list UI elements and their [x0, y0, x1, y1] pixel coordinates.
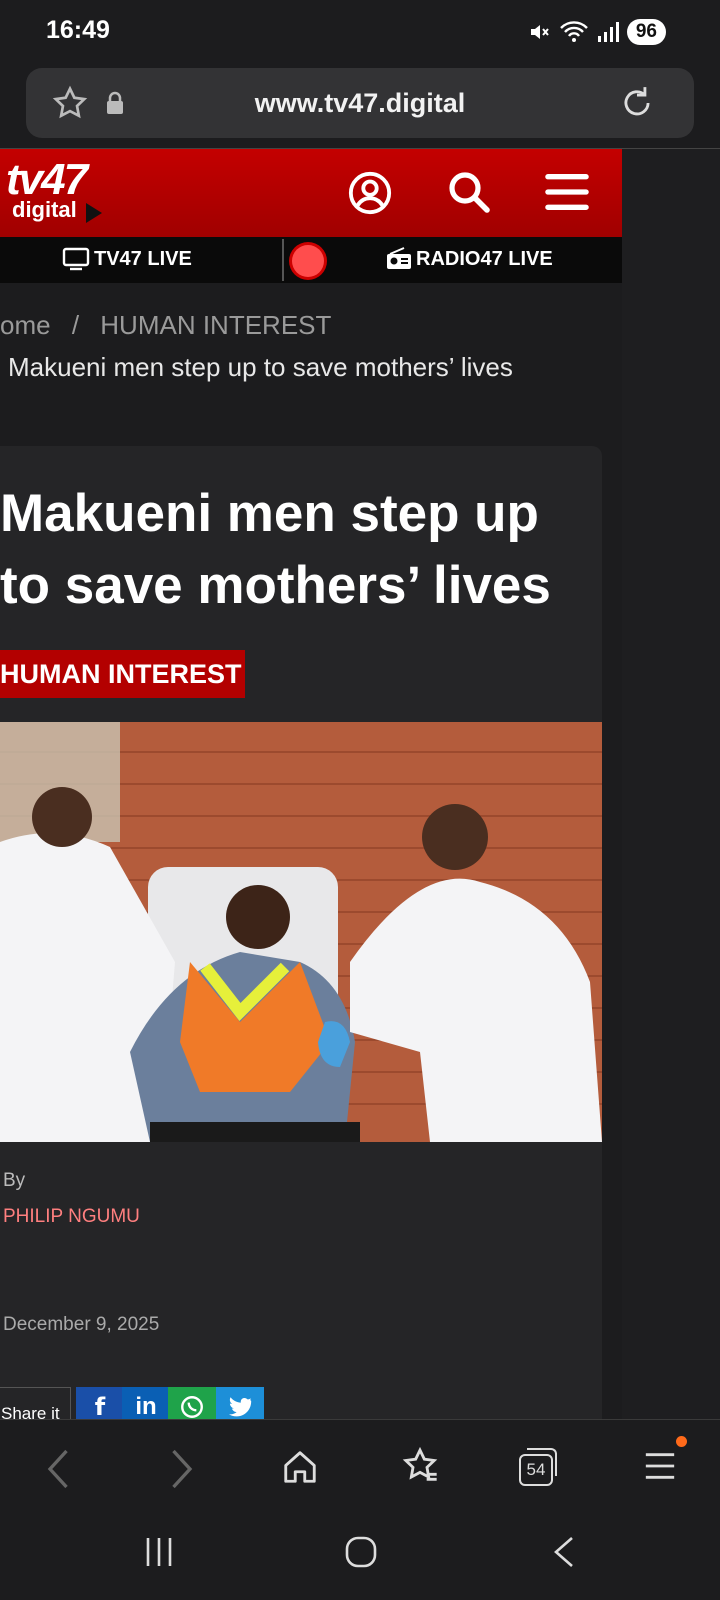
- tabs-button[interactable]: 54: [519, 1448, 557, 1486]
- user-account-icon[interactable]: [347, 170, 393, 216]
- menu-notification-dot: [676, 1436, 687, 1447]
- facebook-share-button[interactable]: f: [76, 1387, 124, 1419]
- photo-illustration: [0, 722, 602, 1142]
- logo-bottom: digital: [12, 197, 77, 222]
- mute-icon: [530, 25, 549, 39]
- linkedin-share-button[interactable]: in: [122, 1387, 170, 1419]
- status-time: 16:49: [46, 16, 110, 44]
- live-divider: [282, 239, 284, 281]
- status-icons: 96: [527, 18, 666, 46]
- whatsapp-share-button[interactable]: [168, 1387, 216, 1419]
- page-side-gutter: [622, 149, 720, 1419]
- system-nav-bar: [0, 1514, 720, 1600]
- tabs-stack-icon: [527, 1448, 557, 1476]
- share-label: Share it: [1, 1404, 60, 1419]
- home-circle-icon[interactable]: [344, 1535, 378, 1569]
- site-header: tv47 digital: [0, 149, 622, 237]
- live-record-icon: [292, 245, 324, 277]
- radio-live-link[interactable]: RADIO47 LIVE: [386, 247, 553, 271]
- article-photo: [0, 722, 602, 1142]
- system-back-icon[interactable]: [552, 1536, 576, 1568]
- twitter-share-button[interactable]: [216, 1387, 264, 1419]
- live-bar: TV47 LIVE RADIO47 LIVE: [0, 237, 622, 283]
- status-bar: 16:49 96: [0, 0, 720, 62]
- breadcrumb-home[interactable]: ome: [0, 310, 51, 340]
- linkedin-icon: in: [135, 1393, 157, 1419]
- web-page: tv47 digital TV47 LIVE RADIO47 LIVE ome …: [0, 149, 622, 1419]
- reload-icon[interactable]: [618, 84, 656, 122]
- whatsapp-icon: [181, 1396, 203, 1418]
- share-label-box: Share it: [0, 1387, 71, 1419]
- author-link[interactable]: PHILIP NGUMU: [3, 1206, 140, 1228]
- twitter-bird-icon: [229, 1397, 252, 1417]
- facebook-icon: f: [94, 1393, 106, 1419]
- radio-live-label: RADIO47 LIVE: [416, 247, 553, 270]
- search-icon[interactable]: [445, 168, 493, 216]
- logo-play-icon: [86, 203, 102, 223]
- wifi-icon: [559, 21, 588, 42]
- tv-live-label: TV47 LIVE: [94, 247, 192, 270]
- article-card: Makueni men step up to save mothers’ liv…: [0, 446, 602, 1419]
- forward-icon[interactable]: [166, 1448, 196, 1490]
- signal-icon: [597, 22, 619, 42]
- breadcrumb-current: Makueni men step up to save mothers’ liv…: [8, 352, 513, 382]
- by-label: By: [3, 1170, 26, 1191]
- bookmarks-icon[interactable]: [400, 1446, 440, 1486]
- article-headline: Makueni men step up to save mothers’ liv…: [0, 478, 600, 622]
- publish-date: December 9, 2025: [3, 1314, 160, 1335]
- breadcrumb: ome / HUMAN INTEREST: [0, 310, 331, 341]
- browser-toolbar: 54: [0, 1419, 720, 1515]
- home-icon[interactable]: [281, 1447, 319, 1487]
- url-text[interactable]: www.tv47.digital: [26, 88, 694, 119]
- back-icon[interactable]: [44, 1448, 74, 1490]
- headline-line-2: to save mothers’ lives: [0, 556, 551, 615]
- menu-icon[interactable]: [643, 1450, 677, 1482]
- recent-apps-icon[interactable]: [144, 1536, 174, 1568]
- hamburger-menu-icon[interactable]: [544, 171, 590, 213]
- battery-indicator: 96: [626, 19, 666, 45]
- tv47-logo[interactable]: tv47 digital: [6, 155, 106, 229]
- category-tag[interactable]: HUMAN INTEREST: [0, 650, 245, 698]
- breadcrumb-category[interactable]: HUMAN INTEREST: [100, 310, 331, 340]
- tv-icon: [62, 247, 90, 271]
- breadcrumb-separator: /: [71, 310, 80, 340]
- address-bar[interactable]: www.tv47.digital: [26, 68, 694, 138]
- radio-icon: [387, 247, 411, 269]
- headline-line-1: Makueni men step up: [0, 484, 539, 543]
- tv-live-link[interactable]: TV47 LIVE: [62, 247, 192, 271]
